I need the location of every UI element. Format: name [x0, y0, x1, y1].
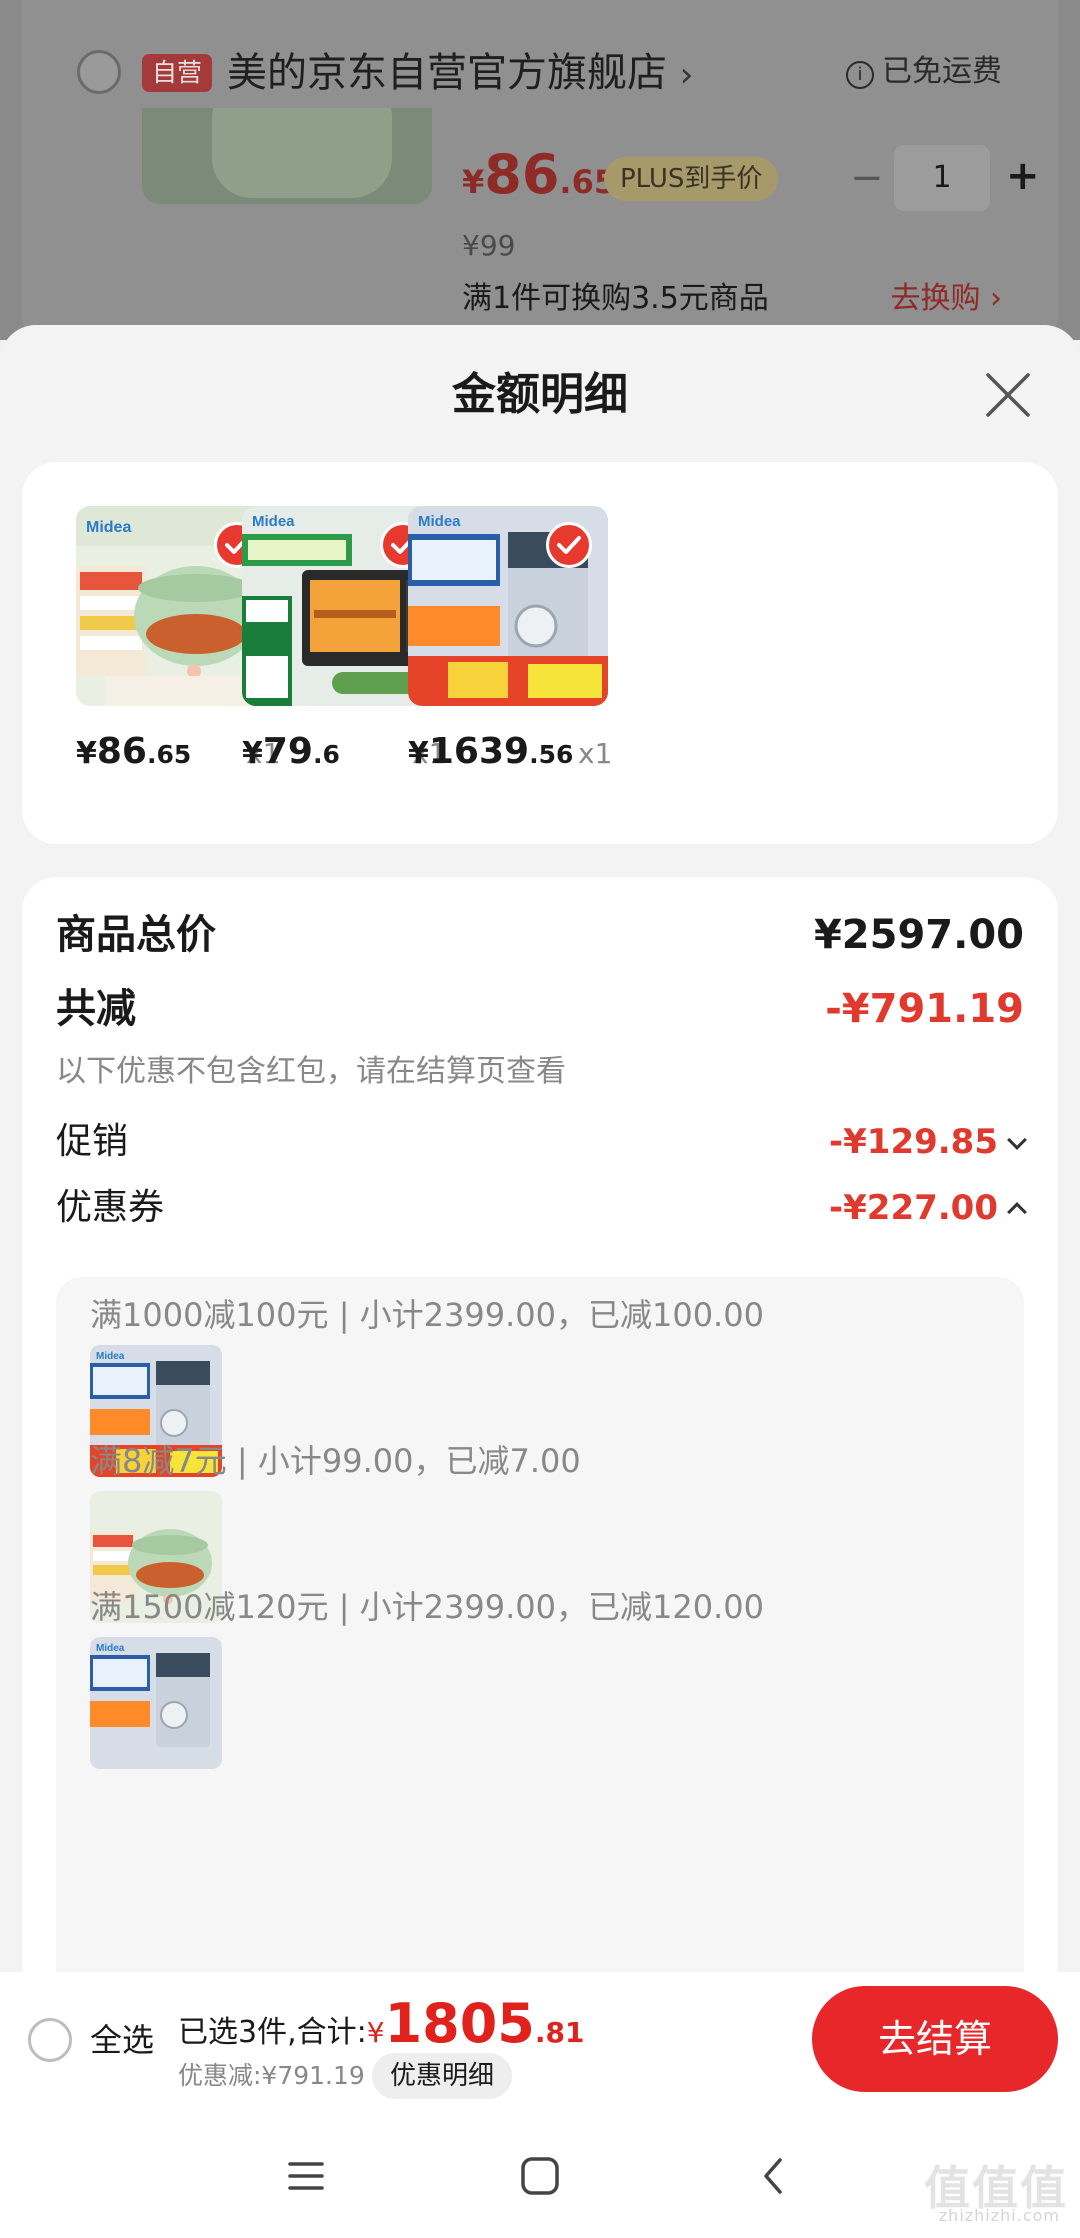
- shipping-status[interactable]: i 已免运费: [846, 50, 1002, 94]
- promo-label: 促销: [56, 1121, 129, 1162]
- select-all-checkbox[interactable]: [28, 2018, 72, 2062]
- price-breakdown-card: 商品总价 ¥2597.00 共减 -¥791.19 以下优惠不包含红包，请在结算…: [22, 877, 1058, 2110]
- close-icon: [986, 373, 1030, 417]
- price-integer: 1639: [428, 731, 530, 772]
- svg-text:Midea: Midea: [96, 1351, 125, 1362]
- swap-link[interactable]: 去换购 ›: [890, 278, 1002, 320]
- discount-summary: 优惠减:¥791.19: [178, 2061, 365, 2090]
- cart-product-price: ¥86.65: [462, 140, 616, 223]
- store-select-checkbox[interactable]: [77, 50, 121, 94]
- product-qty: x1: [578, 737, 613, 770]
- svg-text:Midea: Midea: [96, 1643, 125, 1654]
- home-button[interactable]: [510, 2146, 570, 2206]
- chevron-up-icon: [1007, 1202, 1027, 1222]
- water-heater-thumb: Midea: [90, 1637, 222, 1769]
- selected-summary: 已选3件,合计:¥1805.81: [178, 1997, 585, 2057]
- svg-text:Midea: Midea: [86, 519, 131, 536]
- swap-offer-text: 满1件可换购3.5元商品: [462, 281, 769, 316]
- check-icon: [546, 522, 592, 568]
- price-decimal: .6: [312, 740, 340, 769]
- info-icon: i: [846, 61, 874, 89]
- total-integer: 1805: [384, 1992, 535, 2055]
- total-decimal: .81: [534, 2016, 585, 2049]
- close-button[interactable]: [978, 365, 1038, 425]
- store-name: 美的京东自营官方旗舰店: [227, 50, 667, 96]
- svg-text:Midea: Midea: [418, 513, 461, 530]
- coupon-item-3-image[interactable]: Midea: [90, 1637, 222, 1769]
- checkout-button[interactable]: 去结算: [812, 1986, 1058, 2092]
- price-decimal: .65: [146, 740, 192, 769]
- coupon-label: 优惠券: [56, 1187, 165, 1228]
- coupon-value: -¥227.00: [829, 1188, 998, 1228]
- price-integer: 86: [96, 731, 147, 772]
- swap-link-label: 去换购: [890, 281, 981, 316]
- price-integer: 79: [262, 731, 313, 772]
- chevron-down-icon: [1007, 1130, 1027, 1150]
- selected-products-card: Midea ¥86.65 x1 Midea ¥79.6 x1 Midea ¥16…: [22, 462, 1058, 844]
- total-reduce-label: 共减: [56, 986, 136, 1032]
- svg-text:Midea: Midea: [252, 513, 295, 530]
- shipping-label: 已免运费: [882, 54, 1002, 89]
- qty-input[interactable]: 1: [894, 145, 990, 211]
- menu-icon: [288, 2162, 324, 2190]
- price-decimal: .56: [529, 740, 574, 769]
- background-cart: 自营 美的京东自营官方旗舰店 › i 已免运费 ¥86.65 PLUS到手价 − …: [0, 0, 1080, 340]
- select-all-label[interactable]: 全选: [90, 2018, 154, 2062]
- checkout-bar: 全选 已选3件,合计:¥1805.81 优惠减:¥791.19 优惠明细 去结算: [0, 1972, 1080, 2106]
- total-price-label: 商品总价: [56, 912, 216, 958]
- plus-price-badge: PLUS到手价: [604, 157, 779, 201]
- reduce-note: 以下优惠不包含红包，请在结算页查看: [56, 1054, 566, 1089]
- product-image-water-heater[interactable]: Midea: [408, 506, 608, 706]
- price-symbol: ¥: [76, 736, 97, 771]
- system-nav-bar: [0, 2106, 1080, 2238]
- cart-product-image[interactable]: [142, 108, 432, 204]
- home-icon: [521, 2157, 559, 2195]
- promo-value: -¥129.85: [829, 1122, 998, 1162]
- coupon-item-3-text: 满1500减120元 | 小计2399.00，已减120.00: [90, 1588, 764, 1626]
- qty-decrease-button[interactable]: −: [850, 156, 884, 200]
- price-detail-sheet: 金额明细 Midea ¥86.65 x1 Midea ¥79.6 x1 Mide…: [0, 325, 1080, 2110]
- qty-increase-button[interactable]: +: [1006, 154, 1040, 198]
- watermark-url: zhizhizhi.com: [938, 2206, 1060, 2225]
- price-symbol: ¥: [242, 736, 263, 771]
- price-symbol: ¥: [462, 163, 485, 201]
- promo-toggle[interactable]: -¥129.85: [829, 1117, 1027, 1167]
- product-price: ¥86.65: [76, 724, 191, 786]
- original-price: ¥99: [462, 229, 516, 262]
- total-reduce-value: -¥791.19: [825, 986, 1024, 1032]
- chevron-right-icon: ›: [679, 55, 694, 95]
- price-integer: 86: [484, 143, 560, 206]
- price-symbol: ¥: [408, 736, 429, 771]
- sheet-title: 金额明细: [452, 369, 628, 420]
- selected-prefix: 已选3件,合计:: [178, 2015, 367, 2050]
- back-button[interactable]: [744, 2146, 804, 2206]
- store-name-link[interactable]: 美的京东自营官方旗舰店 ›: [227, 45, 693, 103]
- back-icon: [764, 2158, 782, 2194]
- product-price: ¥79.6: [242, 724, 340, 786]
- coupon-toggle[interactable]: -¥227.00: [829, 1183, 1027, 1233]
- discount-detail-button[interactable]: 优惠明细: [372, 2053, 513, 2099]
- product-price: ¥1639.56: [408, 724, 573, 786]
- chevron-right-icon: ›: [990, 281, 1002, 316]
- total-symbol: ¥: [366, 2016, 385, 2049]
- recent-apps-button[interactable]: [276, 2146, 336, 2206]
- cart-store-card: 自营 美的京东自营官方旗舰店 › i 已免运费 ¥86.65 PLUS到手价 − …: [22, 0, 1058, 340]
- coupon-item-1-text: 满1000减100元 | 小计2399.00，已减100.00: [90, 1296, 764, 1334]
- coupon-item-2-text: 满8减7元 | 小计99.00，已减7.00: [90, 1442, 581, 1480]
- self-operated-badge: 自营: [142, 54, 213, 92]
- total-price-value: ¥2597.00: [813, 912, 1024, 958]
